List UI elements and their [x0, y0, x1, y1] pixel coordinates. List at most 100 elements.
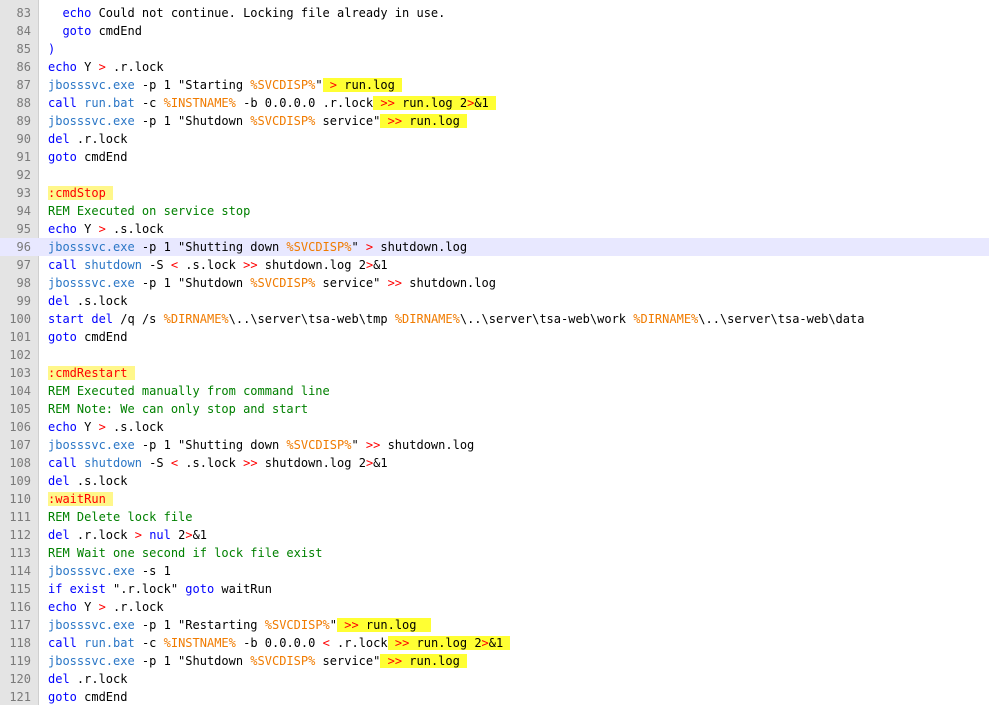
code-text: jbosssvc.exe -s 1 [48, 562, 171, 580]
text-token: -S [141, 258, 171, 272]
code-line[interactable]: 91 goto cmdEnd [0, 148, 989, 166]
code-line[interactable]: 83 echo Could not continue. Locking file… [0, 4, 989, 22]
code-text: jbosssvc.exe -p 1 "Shutting down %SVCDIS… [48, 238, 467, 256]
line-number: 105 [9, 402, 31, 416]
code-line[interactable]: 86 echo Y > .r.lock [0, 58, 989, 76]
code-text: call run.bat -c %INSTNAME% -b 0.0.0.0 < … [48, 634, 511, 652]
operator-token: > [329, 78, 338, 92]
code-line[interactable]: 109 del .s.lock [0, 472, 989, 490]
keyword-token: goto [62, 24, 92, 38]
code-line[interactable]: 95 echo Y > .s.lock [0, 220, 989, 238]
line-number: 85 [16, 42, 31, 56]
code-line[interactable]: 105 REM Note: We can only stop and start [0, 400, 989, 418]
code-line[interactable]: 108 call shutdown -S < .s.lock >> shutdow… [0, 454, 989, 472]
variable-token: %INSTNAME% [163, 96, 236, 110]
operator-token: >> [387, 654, 403, 668]
code-line[interactable]: 114 jbosssvc.exe -s 1 [0, 562, 989, 580]
code-text: REM Executed on service stop [48, 202, 250, 220]
code-editor[interactable]: 83 echo Could not continue. Locking file… [0, 0, 989, 705]
code-text: del .r.lock > nul 2>&1 [48, 526, 207, 544]
current-code-line[interactable]: 96 jbosssvc.exe -p 1 "Shutting down %SVCD… [0, 238, 989, 256]
text-token: -p 1 "Shutting down [134, 438, 287, 452]
code-line[interactable]: 92 [0, 166, 989, 184]
code-line[interactable]: 98 jbosssvc.exe -p 1 "Shutdown %SVCDISP% … [0, 274, 989, 292]
code-line[interactable]: 118 call run.bat -c %INSTNAME% -b 0.0.0.0… [0, 634, 989, 652]
text-token: 2 [170, 528, 186, 542]
line-number: 92 [16, 168, 31, 182]
variable-token: %SVCDISP% [250, 78, 316, 92]
code-line[interactable]: 119 jbosssvc.exe -p 1 "Shutdown %SVCDISP%… [0, 652, 989, 670]
code-line[interactable]: 97 call shutdown -S < .s.lock >> shutdown… [0, 256, 989, 274]
operator-token: >> [380, 96, 395, 110]
code-line[interactable]: 85) [0, 40, 989, 58]
code-line[interactable]: 107 jbosssvc.exe -p 1 "Shutting down %SVC… [0, 436, 989, 454]
code-line[interactable]: 100 start del /q /s %DIRNAME%\..\server\t… [0, 310, 989, 328]
code-line[interactable]: 116 echo Y > .r.lock [0, 598, 989, 616]
text-token: .r.lock [69, 132, 128, 146]
keyword-token: del [48, 294, 70, 308]
operator-token: >> [387, 114, 403, 128]
code-line[interactable]: 104 REM Executed manually from command li… [0, 382, 989, 400]
text-token: .s.lock [69, 474, 128, 488]
text-token: .s.lock [178, 258, 244, 272]
keyword-token: call [48, 456, 77, 470]
code-line[interactable]: 121 goto cmdEnd [0, 688, 989, 705]
line-number: 98 [16, 276, 31, 290]
code-line[interactable]: 88 call run.bat -c %INSTNAME% -b 0.0.0.0 … [0, 94, 989, 112]
text-token: cmdEnd [91, 24, 142, 38]
text-token: ".r.lock" [105, 582, 186, 596]
variable-token: %SVCDISP% [264, 618, 330, 632]
code-line[interactable]: 90 del .r.lock [0, 130, 989, 148]
code-line[interactable]: 101 goto cmdEnd [0, 328, 989, 346]
code-line[interactable]: 99 del .s.lock [0, 292, 989, 310]
code-line[interactable]: 103:cmdRestart [0, 364, 989, 382]
operator-token: >> [243, 456, 258, 470]
operator-token: > [185, 528, 193, 542]
keyword-token: if exist [48, 582, 106, 596]
line-number: 95 [16, 222, 31, 236]
text-token: -p 1 "Shutdown [134, 654, 251, 668]
line-number: 99 [16, 294, 31, 308]
code-line[interactable]: 89 jbosssvc.exe -p 1 "Shutdown %SVCDISP% … [0, 112, 989, 130]
label-token: :waitRun [48, 492, 114, 506]
executable-token: run.bat [84, 636, 135, 650]
text-token: run.log 2 [394, 96, 468, 110]
text-token: " [351, 438, 366, 452]
highlighted-span: >> run.log [380, 114, 468, 128]
code-line[interactable]: 102 [0, 346, 989, 364]
line-number: 94 [16, 204, 31, 218]
code-line[interactable]: 93:cmdStop [0, 184, 989, 202]
label-token: :cmdRestart [48, 366, 135, 380]
code-line[interactable]: 110:waitRun [0, 490, 989, 508]
code-line[interactable]: 115 if exist ".r.lock" goto waitRun [0, 580, 989, 598]
line-number: 106 [9, 420, 31, 434]
text-token: " [351, 240, 366, 254]
code-line[interactable]: 111 REM Delete lock file [0, 508, 989, 526]
keyword-token: nul [149, 528, 171, 542]
code-line[interactable]: 106 echo Y > .s.lock [0, 418, 989, 436]
code-line[interactable]: 113 REM Wait one second if lock file exis… [0, 544, 989, 562]
code-line[interactable]: 94 REM Executed on service stop [0, 202, 989, 220]
operator-token: > [481, 636, 489, 650]
text-token: \..\server\tsa-web\work [459, 312, 634, 326]
text-token: Could not continue. Locking file already… [91, 6, 446, 20]
keyword-token: goto [48, 330, 77, 344]
executable-token: jbosssvc.exe [48, 276, 135, 290]
keyword-token: echo [48, 60, 77, 74]
text-token: waitRun [214, 582, 272, 596]
keyword-token: del [48, 474, 70, 488]
code-line[interactable]: 120 del .r.lock [0, 670, 989, 688]
code-line[interactable]: 87 jbosssvc.exe -p 1 "Starting %SVCDISP%"… [0, 76, 989, 94]
text-token: run.log [402, 654, 468, 668]
operator-token: < [170, 456, 179, 470]
code-line[interactable]: 112 del .r.lock > nul 2>&1 [0, 526, 989, 544]
code-line[interactable]: 117 jbosssvc.exe -p 1 "Restarting %SVCDIS… [0, 616, 989, 634]
text-token: /q /s [113, 312, 164, 326]
comment-token: REM Wait one second if lock file exist [48, 546, 323, 560]
code-text: :cmdRestart [48, 364, 135, 382]
line-number: 91 [16, 150, 31, 164]
code-line[interactable]: 84 goto cmdEnd [0, 22, 989, 40]
text-token: .r.lock [329, 636, 388, 650]
